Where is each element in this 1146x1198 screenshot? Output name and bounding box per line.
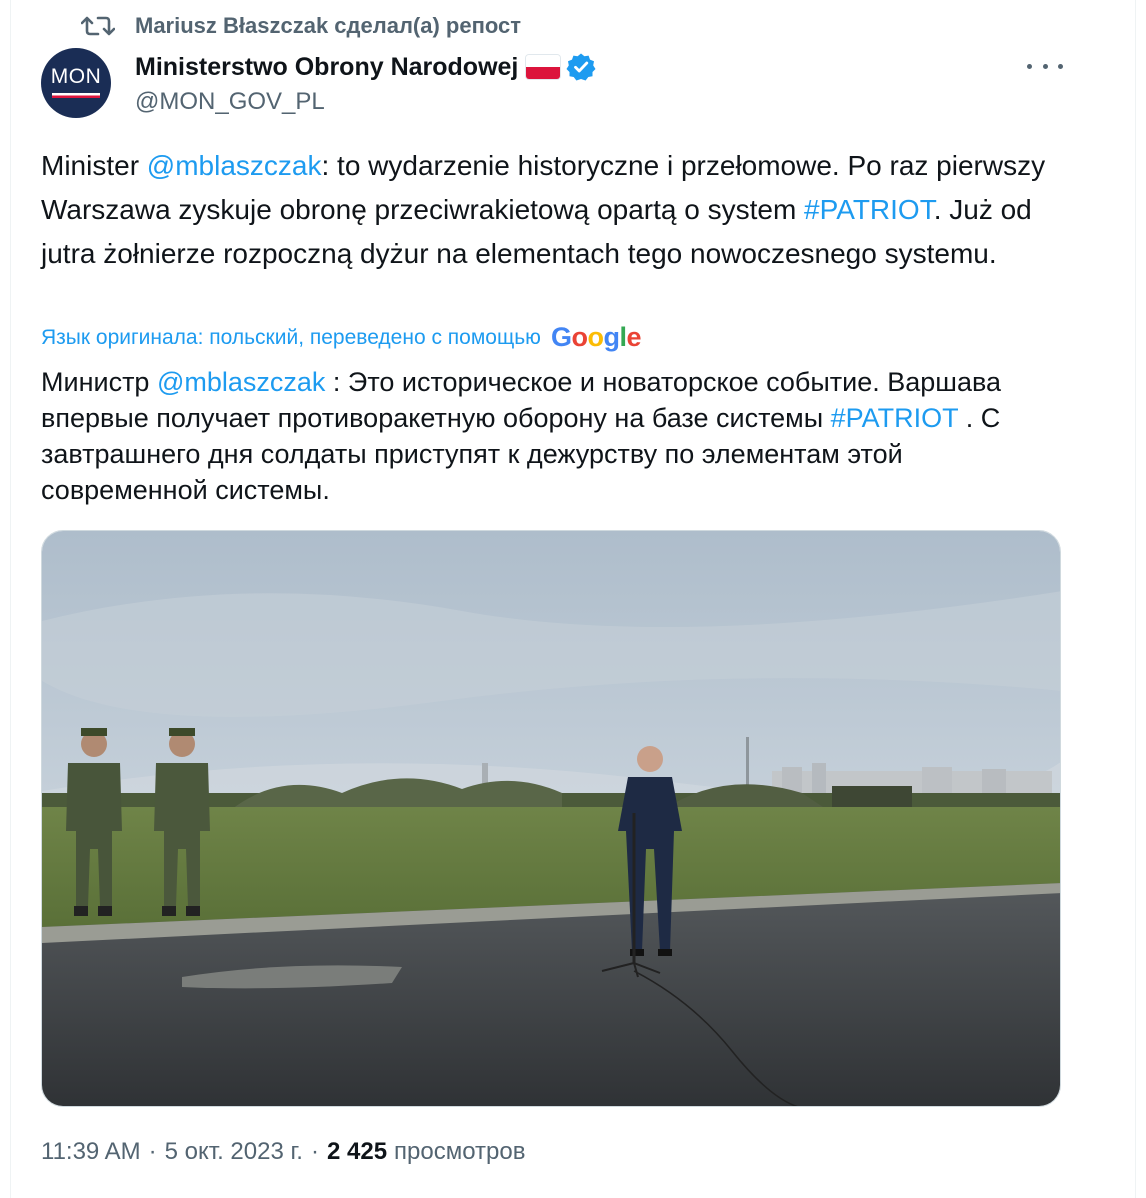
poland-flag-icon <box>526 55 561 79</box>
mention-link[interactable]: @mblaszczak <box>147 150 322 181</box>
verified-badge-icon[interactable] <box>566 52 596 82</box>
tweet-date[interactable]: 5 окт. 2023 г. <box>165 1138 303 1166</box>
mention-link[interactable]: @mblaszczak <box>157 367 325 397</box>
separator-dot: · <box>310 1138 319 1165</box>
photo-scene <box>42 531 1060 1106</box>
avatar-text: MON <box>50 64 102 88</box>
author-name[interactable]: Ministerstwo Obrony Narodowej <box>135 53 518 82</box>
translation-note: Язык оригинала: польский, переведено с п… <box>41 325 541 349</box>
avatar-flag-stripe <box>52 92 100 98</box>
separator-dot: · <box>148 1138 157 1165</box>
tweet-card[interactable]: Mariusz Błaszczak сделал(а) репост MON M… <box>10 0 1136 1198</box>
google-logo: Google <box>550 322 642 352</box>
tweet-photo[interactable] <box>41 530 1061 1107</box>
views-count: 2 425 <box>326 1138 388 1165</box>
author-name-row: Ministerstwo Obrony Narodowej <box>135 50 596 84</box>
tweet-text-original: Minister @mblaszczak: to wydarzenie hist… <box>41 144 1051 276</box>
more-options-icon[interactable] <box>1027 52 1063 80</box>
views-label: просмотров <box>394 1138 526 1165</box>
tweet-text-translated: Министр @mblaszczak : Это историческое и… <box>41 364 1051 508</box>
translation-notice[interactable]: Язык оригинала: польский, переведено с п… <box>41 322 641 353</box>
tweet-time[interactable]: 11:39 AM <box>41 1138 141 1166</box>
hashtag-link[interactable]: #PATRIOT <box>804 194 934 225</box>
retweet-label[interactable]: Mariusz Błaszczak сделал(а) репост <box>135 13 521 39</box>
author-handle[interactable]: @MON_GOV_PL <box>135 88 325 116</box>
text-segment: Министр <box>41 367 157 397</box>
retweet-icon <box>81 16 115 36</box>
author-avatar[interactable]: MON <box>41 48 111 118</box>
hashtag-link[interactable]: #PATRIOT <box>831 403 959 433</box>
tweet-meta: 11:39 AM · 5 окт. 2023 г. · 2 425 просмо… <box>41 1138 526 1166</box>
retweet-header: Mariusz Błaszczak сделал(а) репост <box>81 12 521 40</box>
text-segment: Minister <box>41 150 147 181</box>
